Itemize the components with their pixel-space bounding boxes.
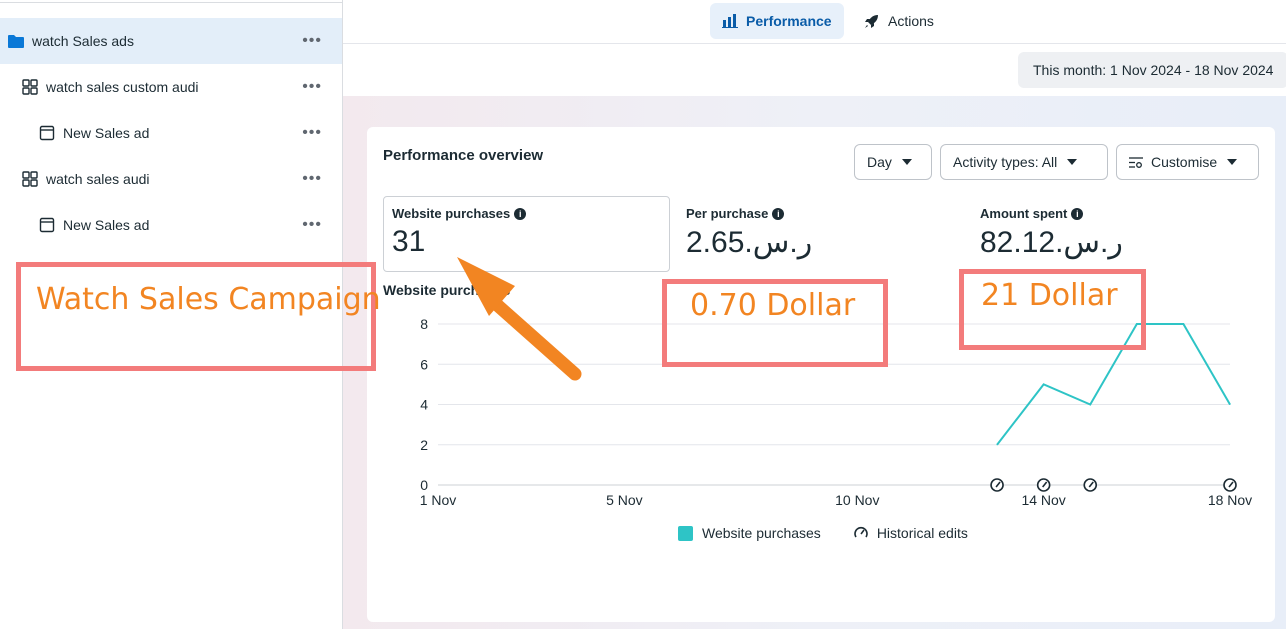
tab-label: Actions xyxy=(888,13,934,29)
metric-label-row: Per purchase i xyxy=(686,206,812,221)
tab-performance[interactable]: Performance xyxy=(710,3,844,39)
day-dropdown[interactable]: Day xyxy=(854,144,932,180)
legend-item-website-purchases[interactable]: Website purchases xyxy=(678,525,821,541)
metric-value: 2.65.ر.س xyxy=(686,226,813,259)
tree-item-label: watch sales custom audi xyxy=(46,79,199,95)
folder-icon xyxy=(8,33,24,49)
tab-label: Performance xyxy=(746,13,832,29)
speedometer-icon xyxy=(853,525,869,541)
ad-window-icon xyxy=(39,125,55,141)
annotation-text-per-purchase: 0.70 Dollar xyxy=(690,288,856,323)
metric-label: Website purchases xyxy=(392,206,511,221)
activity-types-dropdown[interactable]: Activity types: All xyxy=(940,144,1108,180)
day-label: Day xyxy=(867,154,892,170)
card-title: Performance overview xyxy=(383,147,544,164)
more-options-icon[interactable]: ••• xyxy=(302,170,322,188)
legend-item-historical-edits[interactable]: Historical edits xyxy=(853,525,968,541)
info-icon[interactable]: i xyxy=(772,207,785,220)
tab-actions[interactable]: Actions xyxy=(851,3,946,39)
more-options-icon[interactable]: ••• xyxy=(302,32,322,50)
chevron-down-icon xyxy=(901,159,912,165)
metric-label-row: Website purchases i xyxy=(392,206,661,221)
tree-item-label: New Sales ad xyxy=(63,217,150,233)
tree-item-ad[interactable]: New Sales ad ••• xyxy=(0,110,342,156)
adset-grid-icon xyxy=(22,79,38,95)
chart-legend: Website purchases Historical edits xyxy=(678,525,1000,541)
legend-label: Historical edits xyxy=(876,525,968,541)
rocket-icon xyxy=(863,13,880,30)
more-options-icon[interactable]: ••• xyxy=(302,78,322,96)
metric-per-purchase[interactable]: Per purchase i 2.65.ر.س xyxy=(686,206,812,260)
metric-value: 31 xyxy=(392,225,426,258)
legend-label: Website purchases xyxy=(702,525,821,541)
bar-chart-icon xyxy=(722,14,738,28)
tree-item-ad[interactable]: New Sales ad ••• xyxy=(0,202,342,248)
metric-label: Amount spent xyxy=(980,206,1068,221)
metric-amount-spent[interactable]: Amount spent i 82.12.ر.س xyxy=(980,206,1123,260)
tree-item-adset[interactable]: watch sales audi ••• xyxy=(0,156,342,202)
chevron-down-icon xyxy=(1067,159,1078,165)
activity-types-label: Activity types: All xyxy=(953,154,1058,170)
tree-item-campaign[interactable]: watch Sales ads ••• xyxy=(0,18,342,64)
customise-dropdown[interactable]: Customise xyxy=(1116,144,1259,180)
metric-value: 82.12.ر.س xyxy=(980,226,1123,259)
sidebar-top-divider xyxy=(0,0,343,3)
tree-item-label: watch Sales ads xyxy=(32,33,134,49)
view-tabs-bar: Performance Actions xyxy=(343,0,1286,44)
more-options-icon[interactable]: ••• xyxy=(302,124,322,142)
performance-overview-card: Performance overview Day Activity types:… xyxy=(367,127,1275,622)
date-range-picker[interactable]: This month: 1 Nov 2024 - 18 Nov 2024 xyxy=(1018,52,1286,88)
metric-website-purchases[interactable]: Website purchases i 31 xyxy=(383,196,670,272)
adset-grid-icon xyxy=(22,171,38,187)
tree-item-adset[interactable]: watch sales custom audi ••• xyxy=(0,64,342,110)
date-range-label: This month: 1 Nov 2024 - 18 Nov 2024 xyxy=(1033,62,1274,78)
chevron-down-icon xyxy=(1227,159,1238,165)
annotation-text-campaign: Watch Sales Campaign xyxy=(36,282,381,317)
metric-label-row: Amount spent i xyxy=(980,206,1123,221)
more-options-icon[interactable]: ••• xyxy=(302,216,322,234)
annotation-text-amount: 21 Dollar xyxy=(981,278,1118,313)
customise-label: Customise xyxy=(1151,154,1218,170)
metric-label: Per purchase xyxy=(686,206,769,221)
chart-metric-label: Website purchases xyxy=(383,282,511,298)
customise-icon xyxy=(1129,156,1143,169)
info-icon[interactable]: i xyxy=(1071,207,1084,220)
info-icon[interactable]: i xyxy=(514,207,527,220)
tree-item-label: New Sales ad xyxy=(63,125,150,141)
tree-item-label: watch sales audi xyxy=(46,171,150,187)
legend-swatch xyxy=(678,525,693,541)
ad-window-icon xyxy=(39,217,55,233)
